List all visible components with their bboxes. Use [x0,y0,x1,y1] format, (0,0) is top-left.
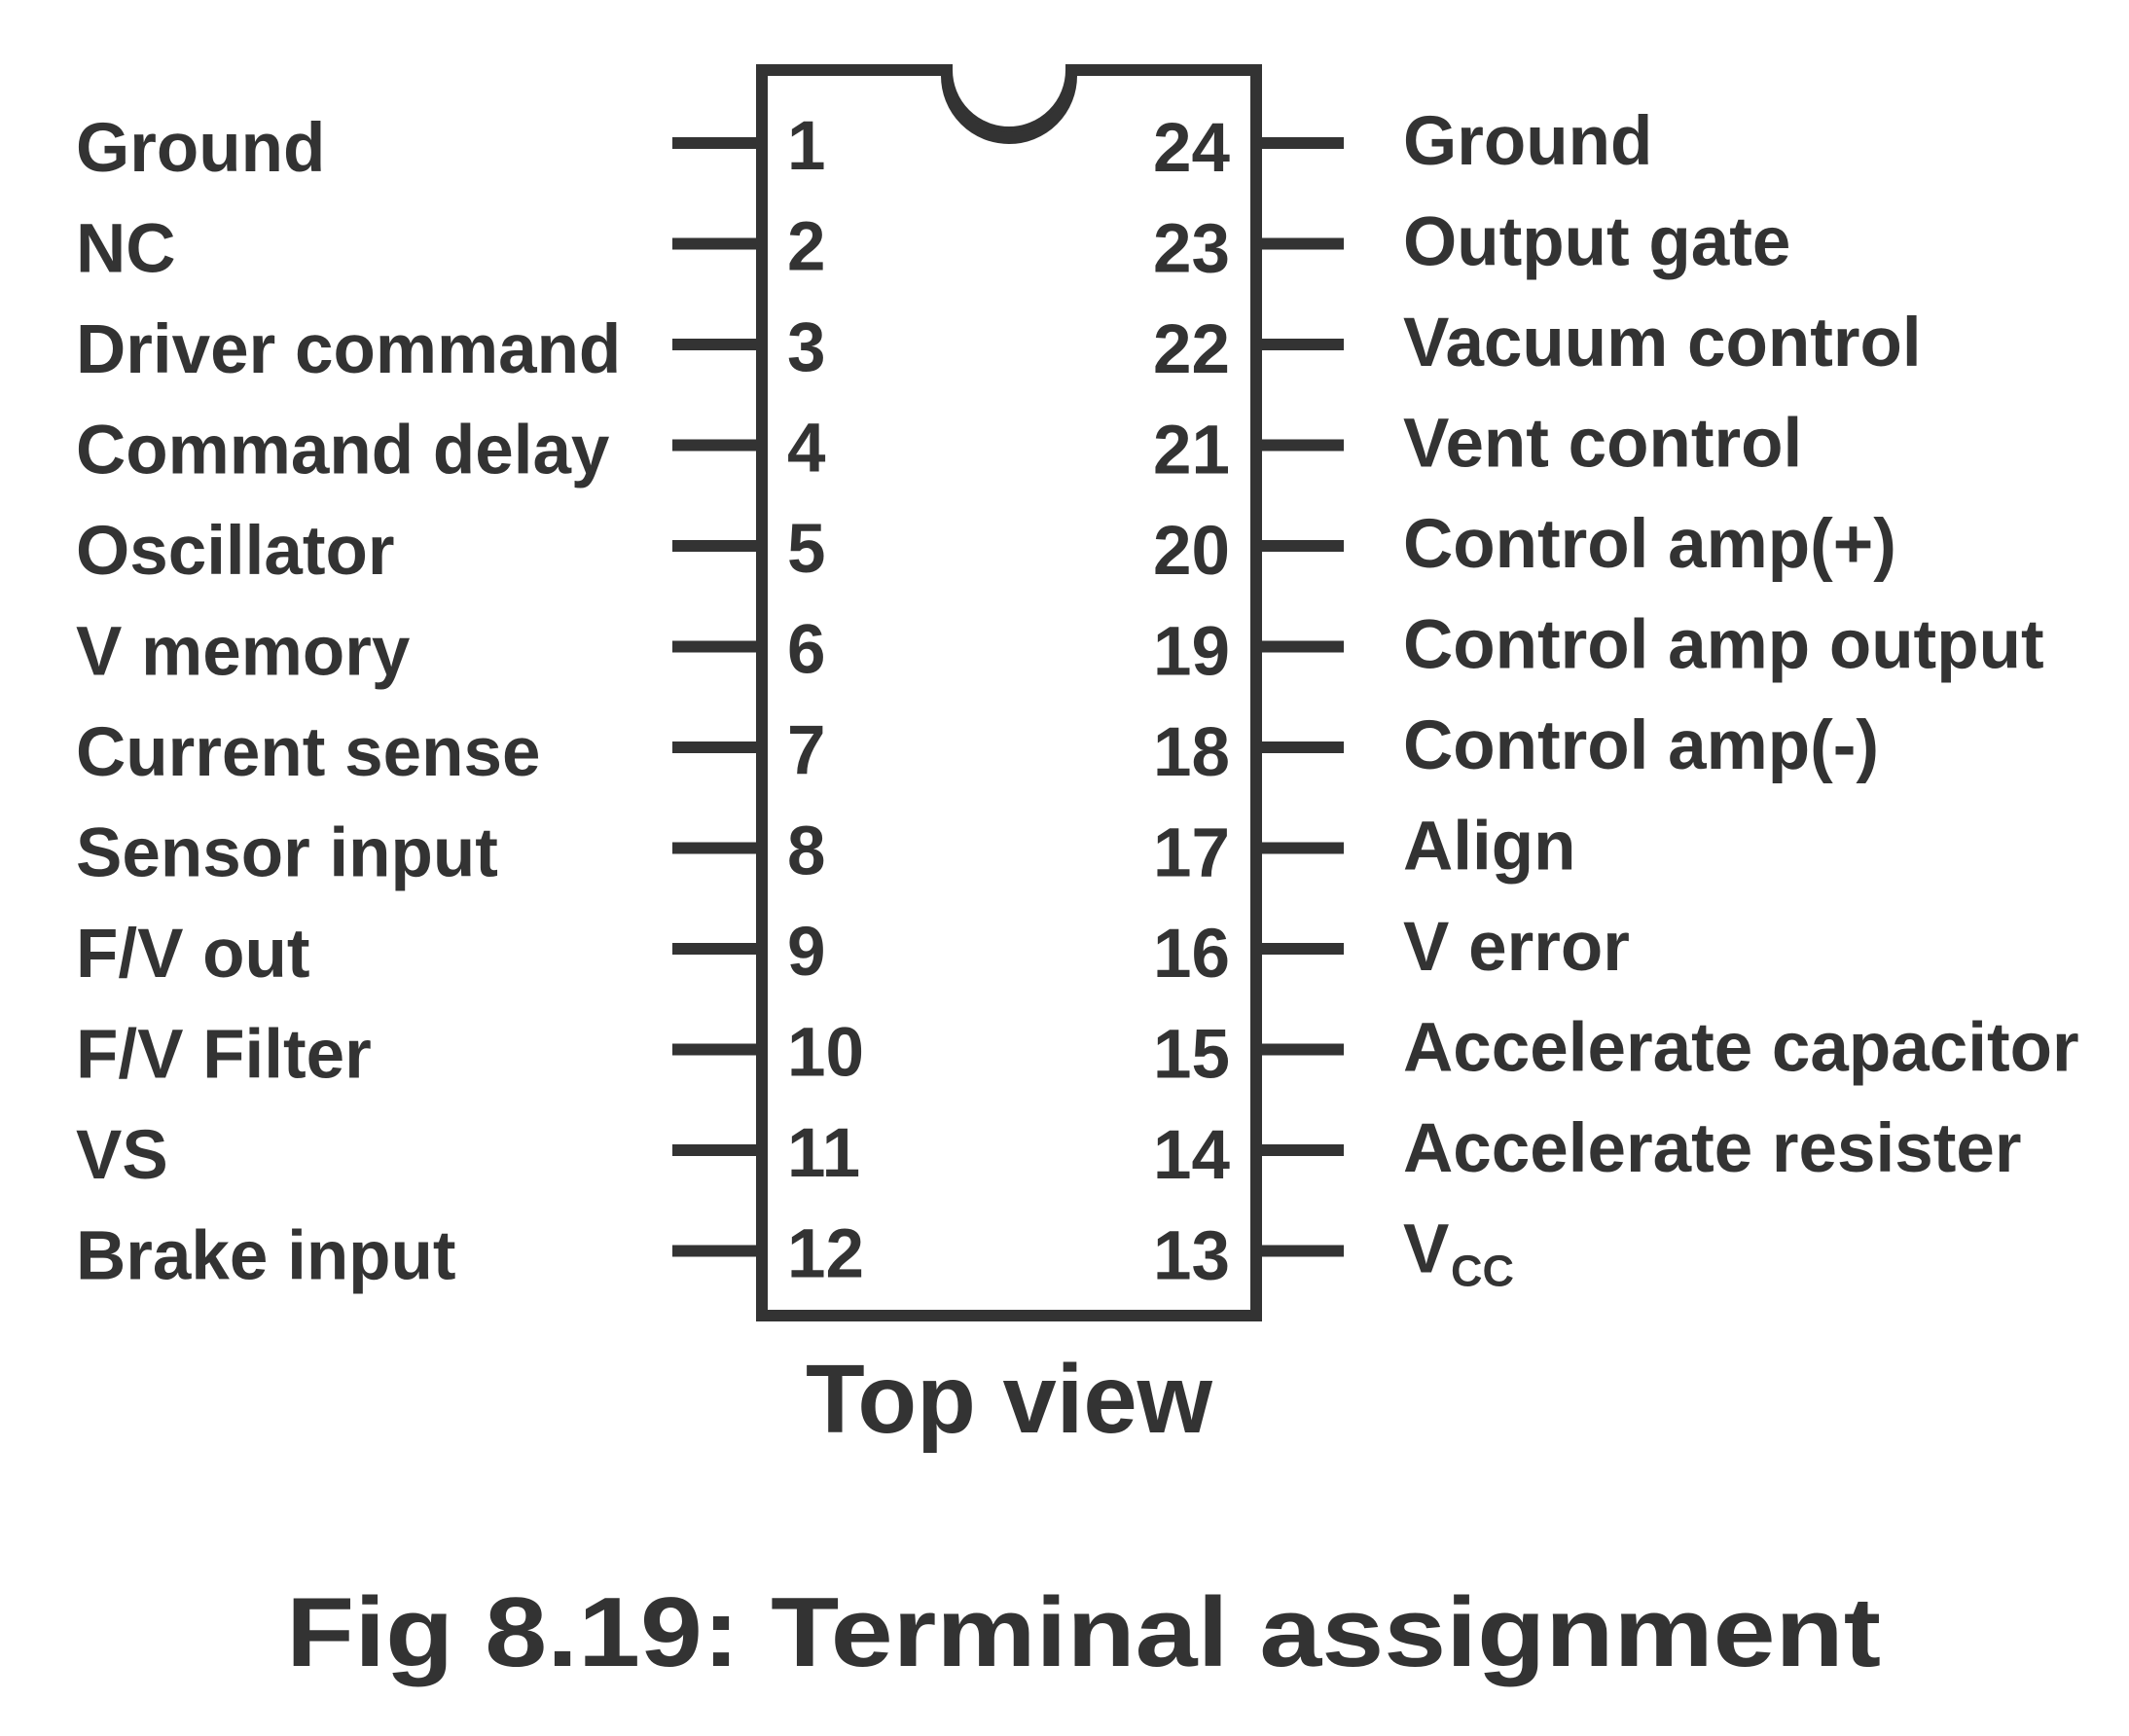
pin-label: Vent control [1403,406,1802,483]
pin-label: Sensor input [76,815,498,892]
pin-label: Align [1403,809,1575,886]
pin-number: 2 [787,209,826,286]
pin-label: Accelerate resister [1403,1110,2022,1187]
pin-label: Vacuum control [1403,305,1922,381]
pin-number: 24 [1153,110,1230,187]
pin-number: 11 [787,1115,860,1192]
pin-label: Control amp(+) [1403,506,1896,583]
pin-label: F/V out [76,916,310,993]
pin-number: 13 [1153,1218,1230,1295]
pin-label: Ground [76,110,325,187]
pin-number: 1 [787,108,826,185]
pin-label: VS [76,1117,168,1194]
pin-label: V error [1403,909,1630,986]
pin-number: 16 [1153,916,1230,993]
pin-label: Brake input [76,1218,456,1295]
pin-label: Driver command [76,311,621,388]
pin-label: Oscillator [76,513,395,590]
pin-label: Ground [1403,103,1652,180]
pin-number: 17 [1153,815,1230,892]
view-label: Top view [806,1345,1212,1454]
pin-label: V memory [76,614,411,691]
pin-label: Accelerate capacitor [1403,1010,2079,1087]
pin-label: F/V Filter [76,1017,372,1094]
pin-label: Command delay [76,413,610,489]
pin-label: NC [76,211,176,288]
pin-number: 7 [787,712,826,789]
pin-number: 10 [787,1015,864,1092]
pin-label: Control amp output [1403,607,2044,684]
pin-number: 20 [1153,513,1230,590]
pin-label: Control amp(-) [1403,707,1879,784]
figure-caption: Fig 8.19: Terminal assignment [286,1578,1881,1687]
pin-number: 18 [1153,714,1230,791]
pin-number: 14 [1153,1117,1230,1194]
pin-number: 9 [787,914,826,991]
pin-number: 8 [787,814,826,890]
terminal-assignment-diagram: 1 Ground 2 NC 3 Driver command 4 Command delay 5… [0,0,2129,1736]
pin-number: 23 [1153,211,1230,288]
pin-label: V [1403,1212,1449,1288]
pin-label: Current sense [76,714,540,791]
pin-number: 4 [787,411,826,488]
pin-number: 3 [787,309,826,386]
pin-number: 22 [1153,311,1230,388]
pin-number: 5 [787,511,826,588]
pin-label: Output gate [1403,204,1790,281]
pin-number: 21 [1153,413,1230,489]
pin-label-subscript: CC [1451,1247,1514,1296]
pin-number: 19 [1153,614,1230,691]
pin-number: 12 [787,1216,864,1293]
pin-number: 6 [787,612,826,689]
pin-number: 15 [1153,1017,1230,1094]
pin-24: 24 Ground [1153,103,1652,187]
